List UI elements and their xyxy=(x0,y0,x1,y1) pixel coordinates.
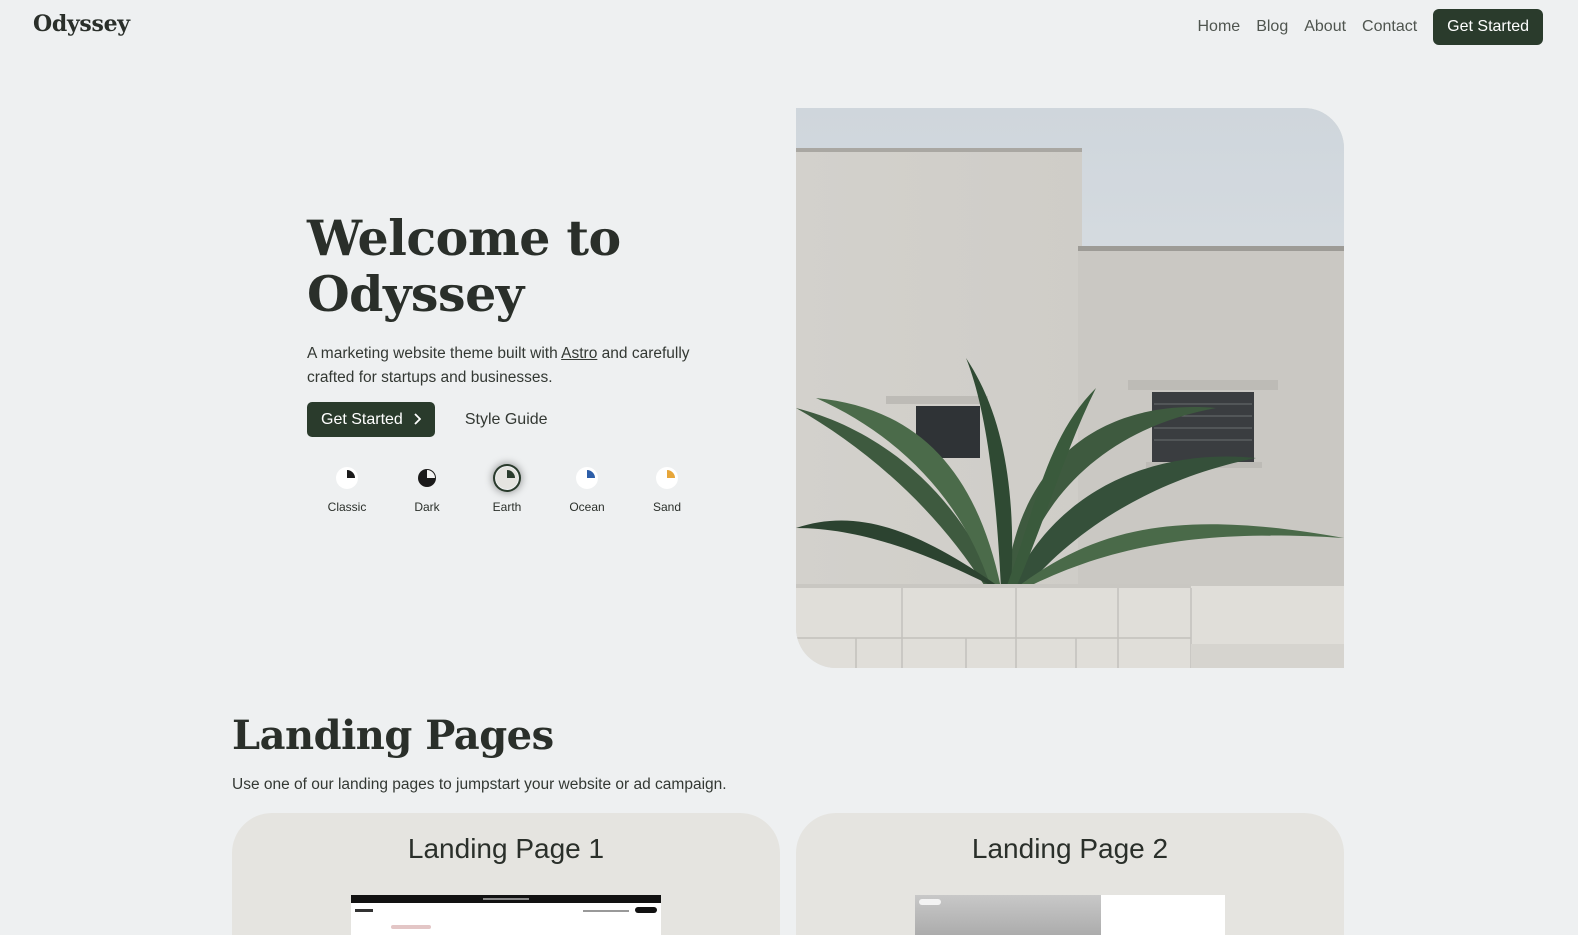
landing-page-2-preview-icon xyxy=(915,895,1225,935)
landing-page-card-title: Landing Page 2 xyxy=(971,833,1169,864)
nav-blog-link[interactable]: Blog xyxy=(1256,18,1288,36)
theme-option-earth[interactable]: Earth xyxy=(467,466,547,514)
hero-actions: Get Started Style Guide xyxy=(307,402,548,437)
theme-label-dark: Dark xyxy=(414,500,440,514)
hero-title-line1: Welcome to xyxy=(307,209,621,267)
nav-home-link[interactable]: Home xyxy=(1198,18,1241,36)
chevron-right-icon xyxy=(413,412,422,428)
theme-label-ocean: Ocean xyxy=(569,500,605,514)
site-header: Odyssey Home Blog About Contact Get Star… xyxy=(0,0,1578,56)
theme-option-sand[interactable]: Sand xyxy=(627,466,707,514)
sand-theme-swatch-icon xyxy=(655,466,679,490)
landing-pages-title: Landing Pages xyxy=(232,712,554,759)
main-nav: Home Blog About Contact Get Started xyxy=(1182,9,1543,45)
hero-get-started-label: Get Started xyxy=(321,410,403,428)
theme-option-dark[interactable]: Dark xyxy=(387,466,467,514)
style-guide-button[interactable]: Style Guide xyxy=(465,411,548,429)
hero-subtitle-before: A marketing website theme built with xyxy=(307,345,562,362)
landing-page-card[interactable]: Landing Page 1 xyxy=(232,813,780,935)
theme-option-classic[interactable]: Classic xyxy=(307,466,387,514)
astro-link[interactable]: Astro xyxy=(561,345,597,362)
theme-option-ocean[interactable]: Ocean xyxy=(547,466,627,514)
hero-image xyxy=(796,108,1344,668)
hero-title: Welcome to Odyssey xyxy=(307,210,727,322)
hero-text: Welcome to Odyssey A marketing website t… xyxy=(307,210,727,390)
building-palm-photo-icon xyxy=(796,108,1344,668)
header-get-started-button[interactable]: Get Started xyxy=(1433,9,1543,45)
site-logo[interactable]: Odyssey xyxy=(33,11,130,37)
theme-label-classic: Classic xyxy=(327,500,367,514)
hero-title-line2: Odyssey xyxy=(307,265,524,323)
theme-label-earth: Earth xyxy=(492,500,522,514)
landing-page-1-preview-icon xyxy=(351,895,661,935)
landing-page-card[interactable]: Landing Page 2 xyxy=(796,813,1344,935)
earth-theme-swatch-icon xyxy=(495,466,519,490)
nav-contact-link[interactable]: Contact xyxy=(1362,18,1417,36)
ocean-theme-swatch-icon xyxy=(575,466,599,490)
landing-page-card-title: Landing Page 1 xyxy=(407,833,605,864)
classic-theme-swatch-icon xyxy=(335,466,359,490)
hero-get-started-button[interactable]: Get Started xyxy=(307,402,435,437)
nav-about-link[interactable]: About xyxy=(1304,18,1346,36)
hero-subtitle: A marketing website theme built with Ast… xyxy=(307,342,717,390)
landing-pages-subtitle: Use one of our landing pages to jumpstar… xyxy=(232,776,727,793)
theme-picker: Classic Dark Earth Ocean Sand xyxy=(307,466,707,514)
theme-label-sand: Sand xyxy=(652,500,682,514)
dark-theme-swatch-icon xyxy=(415,466,439,490)
